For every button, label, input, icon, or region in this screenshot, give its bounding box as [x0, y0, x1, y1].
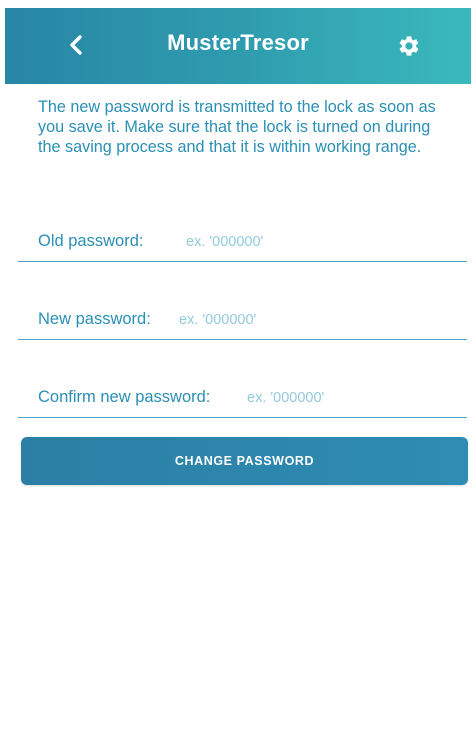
change-password-button[interactable]: CHANGE PASSWORD — [21, 437, 468, 485]
new-password-label: New password: — [38, 310, 151, 328]
confirm-password-label: Confirm new password: — [38, 388, 211, 406]
app-header: MusterTresor — [5, 8, 471, 84]
old-password-label: Old password: — [38, 232, 144, 250]
gear-icon — [399, 36, 419, 56]
old-password-field[interactable]: Old password: — [18, 222, 467, 262]
new-password-field[interactable]: New password: — [18, 300, 467, 340]
password-info-text: The new password is transmitted to the l… — [38, 98, 436, 156]
new-password-input[interactable] — [179, 308, 379, 332]
confirm-password-input[interactable] — [247, 386, 447, 410]
confirm-password-field[interactable]: Confirm new password: — [18, 378, 467, 418]
settings-button[interactable] — [393, 30, 425, 62]
old-password-input[interactable] — [186, 230, 386, 254]
